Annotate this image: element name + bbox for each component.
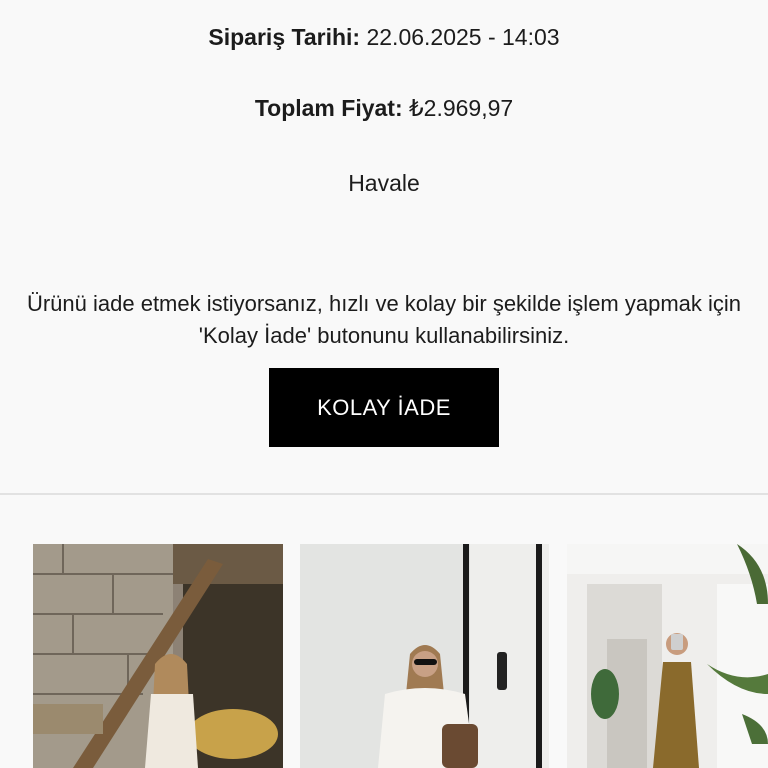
- order-date-row: Sipariş Tarihi: 22.06.2025 - 14:03: [0, 24, 768, 51]
- section-divider: [0, 493, 768, 495]
- return-info-text: Ürünü iade etmek istiyorsanız, hızlı ve …: [26, 291, 742, 348]
- product-photo-2[interactable]: [300, 544, 549, 768]
- product-photo-1[interactable]: [33, 544, 283, 768]
- product-photo-3[interactable]: [567, 544, 768, 768]
- easy-return-button[interactable]: KOLAY İADE: [269, 368, 499, 447]
- order-date-label: Sipariş Tarihi:: [208, 24, 361, 50]
- total-price-row: Toplam Fiyat: ₺2.969,97: [0, 95, 768, 122]
- total-price-value: ₺2.969,97: [409, 95, 514, 121]
- total-price-label: Toplam Fiyat:: [254, 95, 403, 121]
- payment-method: Havale: [348, 170, 420, 196]
- order-date-value: 22.06.2025 - 14:03: [366, 24, 560, 50]
